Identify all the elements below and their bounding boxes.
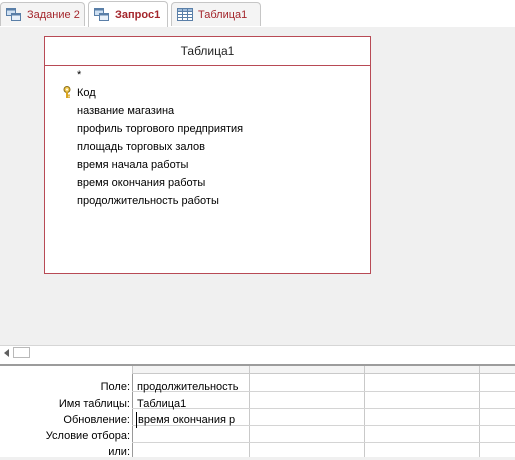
grid-cell-update[interactable]: время окончания р (136, 412, 248, 428)
query-design-grid: Поле: Имя таблицы: Обновление: Условие о… (0, 366, 515, 460)
grid-column-divider (132, 374, 133, 457)
row-label-field: Поле: (100, 381, 130, 393)
grid-column-divider (249, 374, 250, 457)
query-icon (94, 7, 109, 21)
grid-cell-or[interactable] (137, 444, 247, 460)
query-design-canvas[interactable]: Таблица1 * Код название магазина профиль… (0, 27, 515, 345)
grid-column-divider (479, 374, 480, 457)
row-label-table: Имя таблицы: (58, 398, 130, 410)
table-box-title[interactable]: Таблица1 (45, 37, 370, 66)
grid-cell-table[interactable]: Таблица1 (137, 396, 247, 412)
row-label-or: или: (108, 446, 130, 458)
column-selector[interactable] (364, 366, 479, 374)
row-label-criteria: Условие отбора: (45, 430, 130, 442)
field-item-profil[interactable]: профиль торгового предприятия (77, 121, 243, 137)
tab-label: Задание 2 (27, 8, 80, 21)
tab-label: Запрос1 (115, 8, 161, 21)
column-selector[interactable] (249, 366, 364, 374)
column-selector[interactable] (132, 366, 249, 374)
table-field-list-box[interactable]: Таблица1 * Код название магазина профиль… (44, 36, 371, 274)
grid-column-divider (364, 374, 365, 457)
field-item-ploshchad[interactable]: площадь торговых залов (77, 139, 205, 155)
horizontal-scrollbar[interactable] (0, 345, 515, 361)
table-icon (177, 7, 193, 21)
tab-zapros1[interactable]: Запрос1 (88, 1, 168, 27)
triangle-left-icon (3, 349, 9, 357)
document-tab-strip: Задание 2 Запрос1 Таблица1 (0, 0, 515, 28)
query-icon (6, 7, 21, 21)
column-selector[interactable] (479, 366, 515, 374)
field-item-prodolzhitelnost[interactable]: продолжительность работы (77, 193, 219, 209)
scroll-left-button[interactable] (0, 346, 13, 360)
field-item-all[interactable]: * (77, 67, 81, 83)
row-label-update: Обновление: (63, 414, 130, 426)
scrollbar-thumb[interactable] (13, 347, 30, 358)
tab-tablica1[interactable]: Таблица1 (171, 2, 261, 26)
grid-cell-field[interactable]: продолжительность (137, 379, 247, 395)
primary-key-icon (63, 86, 71, 98)
field-item-vremya-okonchaniya[interactable]: время окончания работы (77, 175, 205, 191)
field-item-kod[interactable]: Код (77, 85, 96, 101)
tab-label: Таблица1 (198, 8, 248, 21)
field-item-nazvanie-magazina[interactable]: название магазина (77, 103, 174, 119)
field-list: * Код название магазина профиль торговог… (45, 66, 370, 273)
tab-zadanie-2[interactable]: Задание 2 (0, 2, 85, 26)
grid-cell-criteria[interactable] (137, 428, 247, 444)
field-item-vremya-nachala[interactable]: время начала работы (77, 157, 188, 173)
